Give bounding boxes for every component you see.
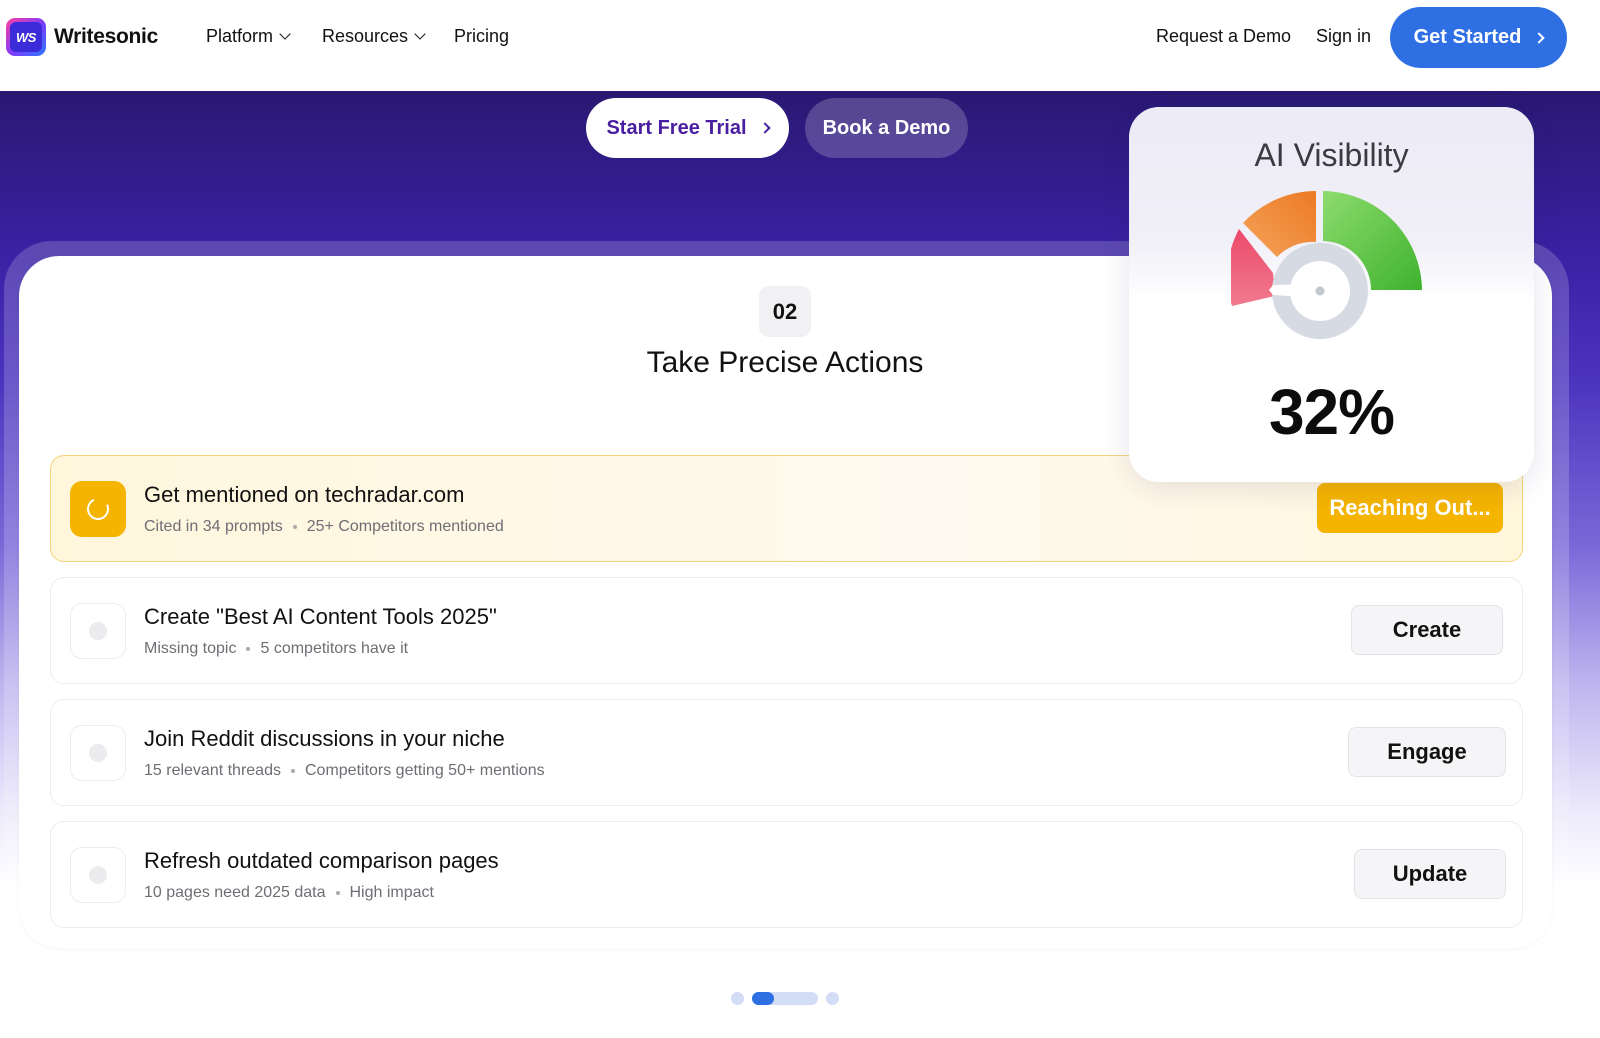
brand-name: Writesonic	[54, 25, 158, 48]
visibility-title: AI Visibility	[1254, 137, 1409, 173]
action-title: Get mentioned on techradar.com	[144, 482, 465, 507]
separator-dot	[335, 891, 340, 895]
nav-platform[interactable]: Platform	[206, 26, 291, 47]
action-row[interactable]: Refresh outdated comparison pages 10 pag…	[50, 821, 1523, 928]
card-title: Take Precise Actions	[646, 346, 924, 379]
action-title: Refresh outdated comparison pages	[144, 848, 499, 873]
status-icon	[70, 847, 126, 903]
reaching-out-button[interactable]: Reaching Out...	[1317, 483, 1503, 533]
engage-button[interactable]: Engage	[1348, 727, 1506, 777]
pending-dot-icon	[89, 866, 107, 884]
gauge-center-dot	[1315, 286, 1325, 296]
brand-logo[interactable]: WS Writesonic	[6, 18, 158, 56]
action-meta: Missing topic 5 competitors have it	[144, 640, 409, 657]
start-free-trial-button[interactable]: Start Free Trial	[586, 98, 789, 158]
sign-in-link[interactable]: Sign in	[1316, 26, 1371, 47]
create-button[interactable]: Create	[1351, 605, 1503, 655]
pending-dot-icon	[89, 622, 107, 640]
action-meta: 10 pages need 2025 data High impact	[144, 884, 434, 901]
page-dot-active[interactable]	[752, 992, 818, 1005]
nav-resources[interactable]: Resources	[322, 26, 426, 47]
action-row[interactable]: Join Reddit discussions in your niche 15…	[50, 699, 1523, 806]
page-progress-bar	[752, 992, 774, 1005]
loading-spinner-icon	[83, 494, 113, 524]
action-meta: Cited in 34 prompts 25+ Competitors ment…	[144, 518, 504, 535]
chevron-right-icon	[1533, 31, 1546, 44]
chevron-down-icon	[414, 28, 426, 40]
visibility-gauge	[1231, 191, 1422, 339]
separator-dot	[292, 525, 297, 529]
action-meta: 15 relevant threads Competitors getting …	[144, 762, 545, 779]
action-title: Join Reddit discussions in your niche	[144, 726, 505, 751]
chevron-right-icon	[758, 122, 771, 134]
page-dot[interactable]	[731, 992, 744, 1005]
top-nav: WS Writesonic Platform Resources Pricing…	[0, 0, 1600, 91]
book-demo-button[interactable]: Book a Demo	[805, 98, 968, 158]
step-badge: 02	[759, 286, 811, 337]
page-dot[interactable]	[826, 992, 839, 1005]
get-started-button[interactable]: Get Started	[1390, 7, 1567, 68]
status-icon	[70, 603, 126, 659]
visibility-value: 32%	[1268, 376, 1395, 448]
brand-mark-icon: WS	[6, 18, 46, 56]
action-row[interactable]: Create "Best AI Content Tools 2025" Miss…	[50, 577, 1523, 684]
nav-pricing[interactable]: Pricing	[454, 26, 509, 47]
update-button[interactable]: Update	[1354, 849, 1506, 899]
chevron-down-icon	[279, 28, 291, 40]
carousel-pagination	[731, 992, 839, 1005]
separator-dot	[246, 647, 251, 651]
ai-visibility-card: AI Visibility 32%	[1129, 107, 1534, 482]
pending-dot-icon	[89, 744, 107, 762]
action-title: Create "Best AI Content Tools 2025"	[144, 604, 497, 629]
status-icon	[70, 481, 126, 537]
request-demo-link[interactable]: Request a Demo	[1156, 26, 1291, 47]
separator-dot	[290, 769, 295, 773]
status-icon	[70, 725, 126, 781]
